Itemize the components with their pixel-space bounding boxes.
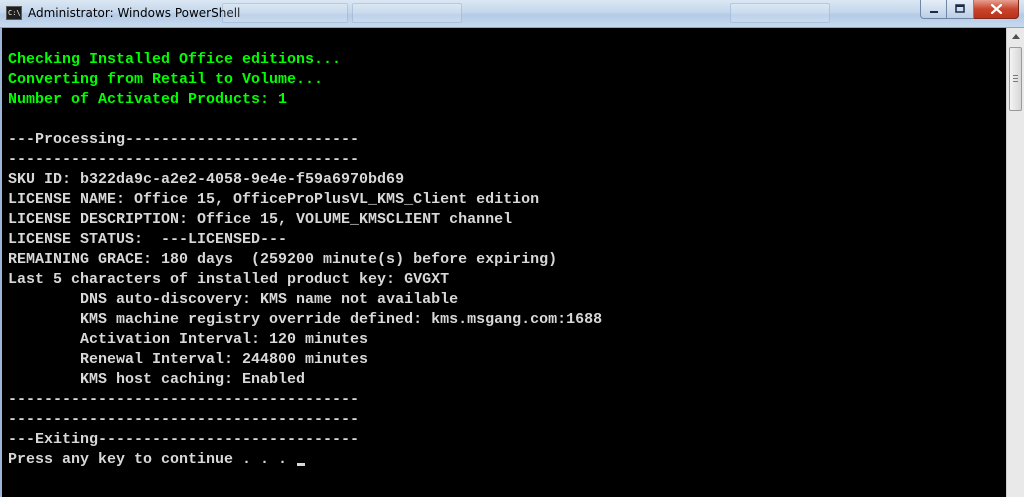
close-icon (990, 4, 1002, 14)
output-line: --------------------------------------- (8, 411, 360, 428)
output-line: LICENSE STATUS: ---LICENSED--- (8, 231, 288, 248)
output-line: LICENSE DESCRIPTION: Office 15, VOLUME_K… (8, 211, 513, 228)
window-frame-left (0, 28, 2, 497)
output-line: ---Exiting----------------------------- (8, 431, 360, 448)
scroll-thumb[interactable] (1009, 47, 1022, 111)
output-line: --------------------------------------- (8, 391, 360, 408)
vertical-scrollbar[interactable] (1006, 28, 1024, 497)
background-search-ghost (730, 3, 830, 23)
close-button[interactable] (974, 0, 1019, 19)
grip-line (1013, 75, 1018, 76)
status-line: Checking Installed Office editions... (8, 51, 342, 68)
prompt-text: Press any key to continue . . . (8, 451, 297, 468)
maximize-icon (955, 4, 965, 13)
output-line: Last 5 characters of installed product k… (8, 271, 450, 288)
status-line: Converting from Retail to Volume... (8, 71, 324, 88)
grip-line (1013, 78, 1018, 79)
maximize-button[interactable] (947, 0, 974, 19)
background-tab-ghost (222, 3, 348, 23)
output-line: REMAINING GRACE: 180 days (259200 minute… (8, 251, 558, 268)
minimize-icon (929, 11, 938, 13)
output-line: KMS machine registry override defined: k… (8, 311, 603, 328)
console-output-area[interactable]: Checking Installed Office editions... Co… (0, 28, 1006, 497)
output-line: ---Processing-------------------------- (8, 131, 360, 148)
background-tab-ghost (352, 3, 462, 23)
output-line: --------------------------------------- (8, 151, 360, 168)
scroll-up-arrow-icon[interactable] (1007, 28, 1024, 45)
powershell-console-icon[interactable]: C:\_ (6, 6, 22, 20)
text-cursor (297, 463, 306, 466)
minimize-button[interactable] (920, 0, 947, 19)
title-bar[interactable]: C:\_ Administrator: Windows PowerShell (0, 0, 1024, 28)
status-line: Number of Activated Products: 1 (8, 91, 288, 108)
window-title: Administrator: Windows PowerShell (28, 6, 241, 20)
prompt-line: Press any key to continue . . . (8, 450, 306, 470)
grip-line (1013, 81, 1018, 82)
output-line: LICENSE NAME: Office 15, OfficeProPlusVL… (8, 191, 540, 208)
powershell-window: C:\_ Administrator: Windows PowerShell C… (0, 0, 1024, 497)
output-line: DNS auto-discovery: KMS name not availab… (8, 291, 459, 308)
output-line: KMS host caching: Enabled (8, 371, 306, 388)
output-line: Activation Interval: 120 minutes (8, 331, 369, 348)
output-line: SKU ID: b322da9c-a2e2-4058-9e4e-f59a6970… (8, 171, 405, 188)
output-line: Renewal Interval: 244800 minutes (8, 351, 369, 368)
